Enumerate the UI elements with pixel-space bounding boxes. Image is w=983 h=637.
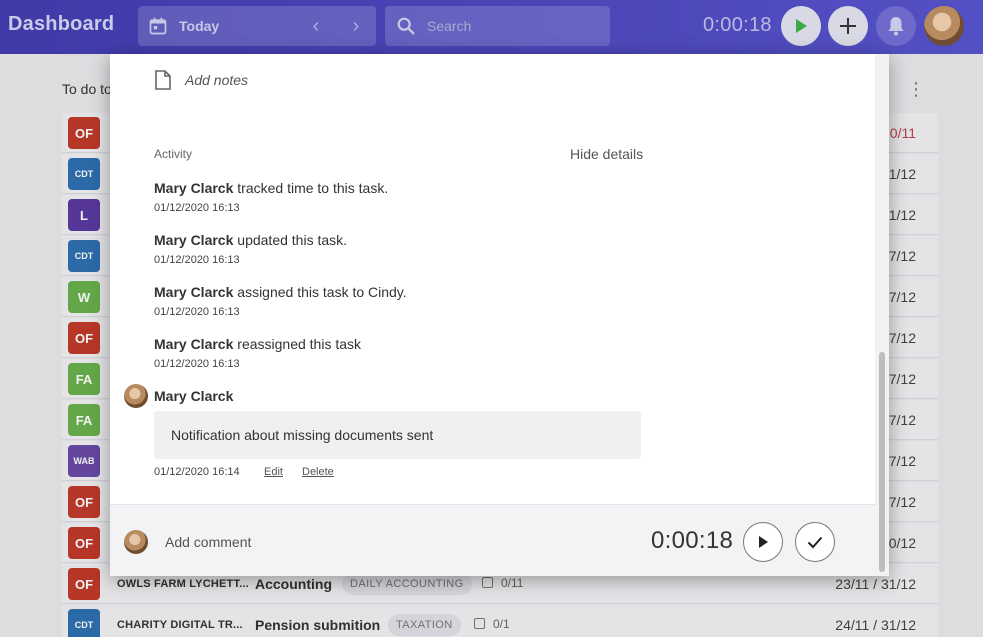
play-timer-button[interactable] <box>743 522 783 562</box>
activity-text: reassigned this task <box>237 336 362 352</box>
play-icon <box>796 19 807 33</box>
date-navigator[interactable]: Today ‹ › <box>138 6 376 46</box>
activity-item: Mary Clarck assigned this task to Cindy. <box>154 284 407 300</box>
comment-text: Notification about missing documents sen… <box>171 427 434 443</box>
activity-author: Mary Clarck <box>154 336 234 352</box>
bell-icon <box>888 17 904 36</box>
search-box[interactable] <box>385 6 610 46</box>
activity-heading: Activity <box>154 147 193 161</box>
activity-item: Mary Clarck reassigned this task <box>154 336 361 352</box>
activity-time: 01/12/2020 16:13 <box>154 306 240 318</box>
comment-input[interactable] <box>165 531 465 553</box>
activity-time: 01/12/2020 16:13 <box>154 202 240 214</box>
comment-author: Mary Clarck <box>154 388 234 404</box>
delete-comment-link[interactable]: Delete <box>302 466 334 478</box>
activity-author: Mary Clarck <box>154 232 234 248</box>
start-timer-button[interactable] <box>781 6 821 46</box>
comment-footer: 0:00:18 <box>110 504 875 576</box>
activity-author: Mary Clarck <box>154 284 234 300</box>
search-input[interactable] <box>427 16 597 36</box>
modal-scrollbar[interactable] <box>875 54 889 576</box>
edit-comment-link[interactable]: Edit <box>264 466 283 478</box>
hide-details-link[interactable]: Hide details <box>570 146 643 162</box>
activity-time: 01/12/2020 16:13 <box>154 254 240 266</box>
document-icon <box>155 70 171 90</box>
chevron-left-icon[interactable]: ‹ <box>306 16 326 36</box>
plus-icon <box>840 18 856 34</box>
activity-author: Mary Clarck <box>154 180 234 196</box>
add-notes-link[interactable]: Add notes <box>185 72 248 88</box>
comment-bubble: Notification about missing documents sen… <box>154 411 641 459</box>
notifications-button[interactable] <box>876 6 916 46</box>
current-user-avatar <box>124 530 148 554</box>
activity-time: 01/12/2020 16:13 <box>154 358 240 370</box>
play-icon <box>759 536 768 548</box>
app-title: Dashboard <box>8 13 115 35</box>
comment-time: 01/12/2020 16:14 <box>154 466 240 478</box>
complete-task-button[interactable] <box>795 522 835 562</box>
top-bar: Dashboard Today ‹ › 0:00:18 <box>0 0 983 54</box>
activity-text: tracked time to this task. <box>237 180 389 196</box>
search-icon <box>397 17 415 35</box>
activity-text: updated this task. <box>237 232 348 248</box>
scrollbar-thumb[interactable] <box>879 352 885 572</box>
header-timer: 0:00:18 <box>703 14 772 36</box>
activity-item: Mary Clarck updated this task. <box>154 232 347 248</box>
chevron-right-icon[interactable]: › <box>346 16 366 36</box>
add-button[interactable] <box>828 6 868 46</box>
user-avatar[interactable] <box>924 6 964 46</box>
comment-author-avatar <box>124 384 148 408</box>
activity-item: Mary Clarck tracked time to this task. <box>154 180 388 196</box>
calendar-icon <box>149 17 167 35</box>
check-icon <box>807 536 823 549</box>
date-label: Today <box>179 18 220 34</box>
activity-text: assigned this task to Cindy. <box>237 284 407 300</box>
task-timer: 0:00:18 <box>651 527 734 554</box>
task-details-modal: Add notes Activity Hide details Mary Cla… <box>110 54 889 576</box>
